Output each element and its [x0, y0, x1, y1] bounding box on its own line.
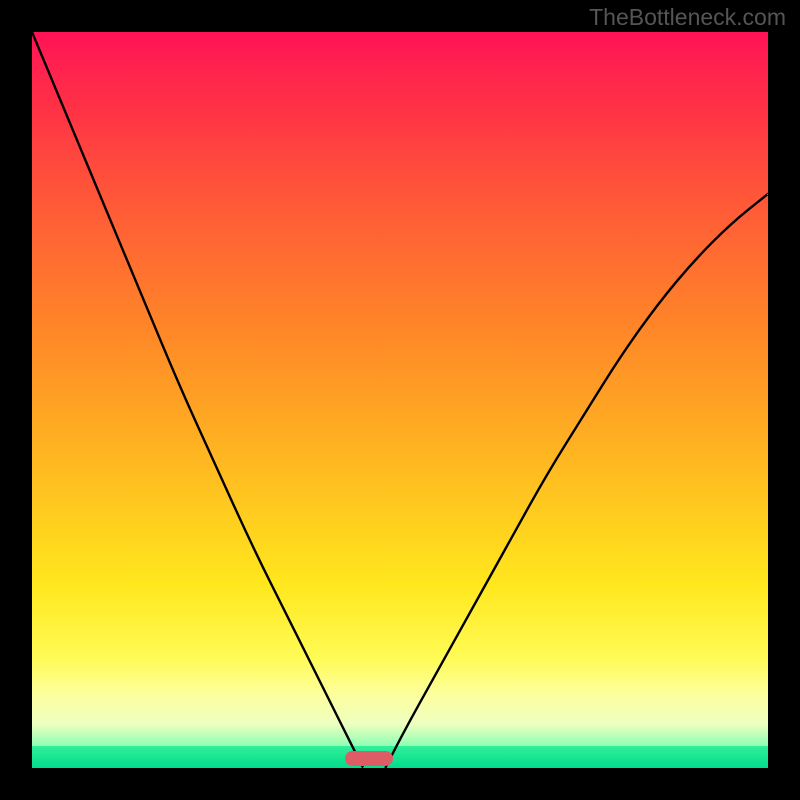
plot-area	[32, 32, 768, 768]
watermark-text: TheBottleneck.com	[589, 4, 786, 31]
optimal-marker	[345, 751, 393, 766]
bottleneck-curve	[32, 32, 768, 768]
curve-left-branch	[32, 32, 363, 768]
chart-container: TheBottleneck.com	[0, 0, 800, 800]
curve-right-branch	[385, 194, 768, 768]
